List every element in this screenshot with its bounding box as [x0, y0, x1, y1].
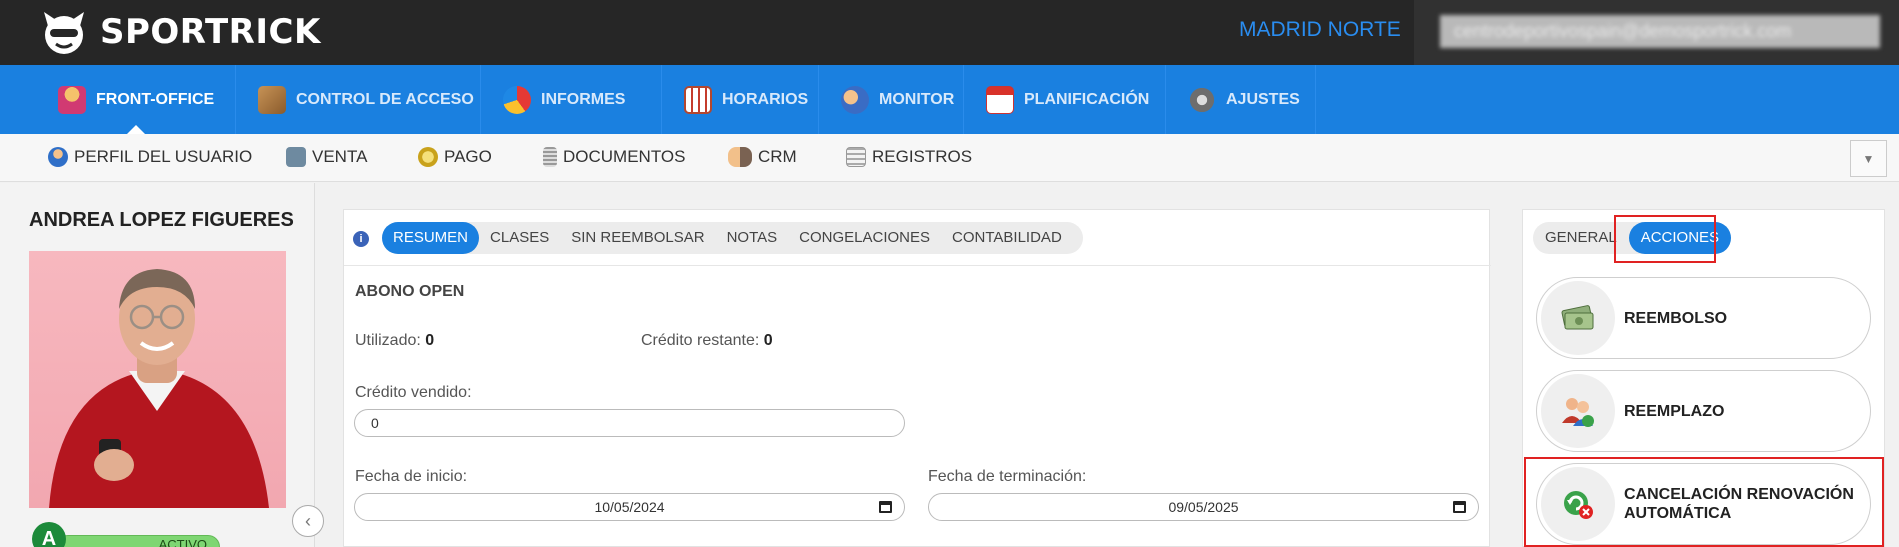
subscription-panel: i RESUMEN CLASES SIN REEMBOLSAR NOTAS CO… — [343, 209, 1491, 547]
nav-label: INFORMES — [541, 90, 626, 108]
collapse-panel-button[interactable]: ‹ — [292, 505, 324, 537]
tab-notas[interactable]: NOTAS — [716, 222, 789, 254]
remaining-credit-label: Crédito restante: — [641, 332, 760, 349]
subnav-label: CRM — [758, 147, 797, 166]
chevron-left-icon: ‹ — [305, 510, 311, 531]
profile-panel: ANDREA LOPEZ FIGUERES — [0, 183, 315, 547]
access-control-icon — [258, 85, 286, 114]
subnav-label: DOCUMENTOS — [563, 147, 686, 166]
start-date-label: Fecha de inicio: — [355, 468, 468, 485]
user-profile-icon — [48, 147, 68, 167]
main-nav: FRONT-OFFICE CONTROL DE ACCESO INFORMES … — [0, 65, 1899, 135]
start-date-field[interactable]: 10/05/2024 — [354, 493, 905, 521]
nav-informes[interactable]: INFORMES — [481, 65, 662, 134]
replace-users-icon — [1541, 374, 1615, 448]
nav-label: MONITOR — [879, 90, 955, 108]
monitor-users-icon — [841, 85, 869, 114]
user-portrait-illustration — [49, 269, 269, 508]
user-account-box[interactable]: centrodeportivospain@demosportrick.com — [1414, 0, 1899, 65]
subnav-pago[interactable]: PAGO — [418, 147, 492, 167]
brand-name: SPORTRICK — [100, 12, 321, 52]
records-icon — [846, 147, 866, 167]
logo-mascot-icon — [44, 12, 84, 54]
sale-icon — [286, 147, 306, 167]
nav-label: HORARIOS — [722, 90, 809, 108]
center-selector[interactable]: MADRID NORTE — [1239, 18, 1401, 42]
tab-congelaciones[interactable]: CONGELACIONES — [788, 222, 941, 254]
crm-handshake-icon — [728, 147, 752, 167]
nav-label: FRONT-OFFICE — [96, 90, 215, 108]
nav-planificacion[interactable]: PLANIFICACIÓN — [964, 65, 1166, 134]
app-logo[interactable]: SPORTRICK — [36, 4, 321, 60]
nav-horarios[interactable]: HORARIOS — [662, 65, 819, 134]
nav-label: PLANIFICACIÓN — [1024, 90, 1150, 108]
subnav-label: VENTA — [312, 147, 368, 166]
refund-label: REEMBOLSO — [1624, 310, 1728, 327]
remaining-credit-value: 0 — [763, 332, 773, 349]
reports-pie-icon — [503, 85, 531, 114]
subnav-crm[interactable]: CRM — [728, 147, 797, 167]
payment-coin-icon — [418, 147, 438, 167]
sold-credit-field[interactable]: 0 — [354, 409, 905, 437]
end-date-label: Fecha de terminación: — [928, 468, 1087, 485]
replace-action-button[interactable]: REEMPLAZO — [1536, 370, 1871, 452]
start-date-value: 10/05/2024 — [594, 499, 665, 515]
calendar-icon[interactable] — [1453, 501, 1466, 513]
top-bar: SPORTRICK MADRID NORTE centrodeportivosp… — [0, 0, 1899, 65]
schedule-calendar-icon — [684, 85, 712, 114]
nav-label: CONTROL DE ACCESO — [296, 90, 474, 108]
replace-label: REEMPLAZO — [1624, 403, 1725, 420]
subscription-title: ABONO OPEN — [355, 283, 465, 300]
used-credit: Utilizado: 0 — [355, 332, 434, 350]
tab-resumen[interactable]: RESUMEN — [382, 222, 480, 254]
user-photo — [29, 251, 286, 508]
sold-credit-label: Crédito vendido: — [355, 384, 472, 401]
remaining-credit: Crédito restante: 0 — [641, 332, 773, 350]
subnav-perfil-del-usuario[interactable]: PERFIL DEL USUARIO — [48, 147, 252, 167]
user-full-name: ANDREA LOPEZ FIGUERES — [29, 209, 294, 231]
subnav-label: REGISTROS — [872, 147, 973, 166]
nav-monitor[interactable]: MONITOR — [819, 65, 964, 134]
nav-ajustes[interactable]: AJUSTES — [1166, 65, 1316, 134]
subnav-registros[interactable]: REGISTROS — [846, 147, 972, 167]
user-email: centrodeportivospain@demosportrick.com — [1440, 15, 1880, 48]
nav-control-de-acceso[interactable]: CONTROL DE ACCESO — [236, 65, 481, 134]
pin-toggle-button[interactable]: ▼ — [1850, 140, 1887, 177]
end-date-value: 09/05/2025 — [1168, 499, 1239, 515]
calendar-icon[interactable] — [879, 501, 892, 513]
highlight-box — [1524, 457, 1884, 547]
end-date-field[interactable]: 09/05/2025 — [928, 493, 1479, 521]
tab-clases[interactable]: CLASES — [479, 222, 560, 254]
highlight-box — [1614, 215, 1716, 263]
nav-label: AJUSTES — [1226, 90, 1300, 108]
refund-action-button[interactable]: REEMBOLSO — [1536, 277, 1871, 359]
refund-money-icon — [1541, 281, 1615, 355]
subnav-label: PERFIL DEL USUARIO — [74, 147, 253, 166]
subscription-tabs: RESUMEN CLASES SIN REEMBOLSAR NOTAS CONG… — [382, 222, 1083, 254]
used-credit-value: 0 — [425, 332, 435, 349]
front-office-icon — [58, 85, 86, 114]
info-icon[interactable]: i — [353, 231, 369, 247]
status-badge: ACTIVO — [56, 535, 220, 547]
pin-icon: ▼ — [1862, 151, 1875, 166]
subnav-documentos[interactable]: DOCUMENTOS — [543, 147, 685, 167]
nav-front-office[interactable]: FRONT-OFFICE — [36, 65, 236, 135]
tab-contabilidad[interactable]: CONTABILIDAD — [941, 222, 1073, 254]
tab-sin-reembolsar[interactable]: SIN REEMBOLSAR — [560, 222, 715, 254]
documents-icon — [543, 147, 557, 167]
subnav-venta[interactable]: VENTA — [286, 147, 367, 167]
settings-gear-icon — [1188, 85, 1216, 114]
sold-credit-value: 0 — [371, 415, 379, 431]
used-credit-label: Utilizado: — [355, 332, 421, 349]
subnav-label: PAGO — [444, 147, 492, 166]
tab-divider — [344, 265, 1491, 266]
planning-calendar-icon — [986, 85, 1014, 114]
sub-nav: PERFIL DEL USUARIO VENTA PAGO DOCUMENTOS… — [0, 134, 1899, 182]
